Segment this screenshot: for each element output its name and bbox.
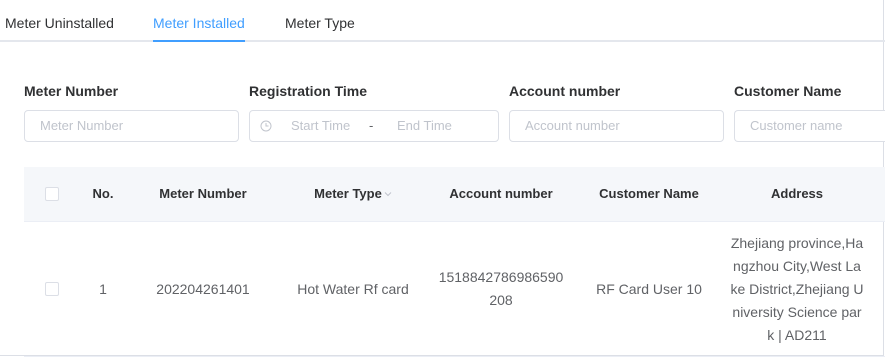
registration-time-label: Registration Time — [249, 83, 367, 99]
cell-address: Zhejiang province,Hangzhou City,West Lak… — [730, 235, 864, 343]
meter-number-input[interactable]: Meter Number — [24, 110, 239, 142]
column-header-no: No. — [92, 186, 114, 201]
column-header-account-number: Account number — [449, 186, 553, 201]
account-number-label: Account number — [509, 83, 621, 99]
select-all-checkbox[interactable] — [45, 187, 59, 201]
tab-bar: Meter Uninstalled Meter Installed Meter … — [0, 0, 885, 42]
registration-time-range-picker[interactable]: Start Time - End Time — [249, 110, 499, 142]
cell-account-number: 1518842786986590208 — [438, 269, 564, 308]
tab-meter-uninstalled[interactable]: Meter Uninstalled — [5, 14, 114, 32]
customer-name-label: Customer Name — [734, 83, 842, 99]
clock-icon — [260, 120, 272, 132]
column-header-address: Address — [770, 186, 824, 201]
cell-meter-number: 202204261401 — [156, 281, 250, 297]
row-checkbox[interactable] — [45, 282, 59, 296]
column-header-meter-number: Meter Number — [159, 186, 247, 201]
tab-meter-installed[interactable]: Meter Installed — [153, 14, 245, 32]
customer-name-input[interactable]: Customer name — [734, 110, 885, 142]
tab-meter-type[interactable]: Meter Type — [285, 14, 355, 32]
meter-type-header-label: Meter Type — [314, 186, 382, 201]
cell-meter-type: Hot Water Rf card — [297, 281, 409, 297]
date-range-separator: - — [369, 118, 374, 133]
table-header: No. Meter Number Meter Type Account numb… — [24, 167, 885, 222]
table-row[interactable]: 1 202204261401 Hot Water Rf card 1518842… — [24, 222, 885, 357]
active-tab-indicator — [153, 40, 245, 42]
end-time-input[interactable]: End Time — [397, 111, 452, 141]
chevron-down-icon[interactable] — [384, 190, 392, 198]
customer-name-placeholder: Customer name — [750, 118, 843, 133]
cell-customer-name: RF Card User 10 — [596, 281, 702, 297]
start-time-input[interactable]: Start Time — [291, 111, 350, 141]
meter-number-placeholder: Meter Number — [40, 118, 124, 133]
meter-number-label: Meter Number — [24, 83, 119, 99]
account-number-input[interactable]: Account number — [509, 110, 724, 142]
cell-no: 1 — [99, 281, 107, 297]
column-header-customer-name: Customer Name — [599, 186, 699, 201]
column-header-meter-type[interactable]: Meter Type — [288, 167, 418, 221]
account-number-placeholder: Account number — [525, 118, 620, 133]
